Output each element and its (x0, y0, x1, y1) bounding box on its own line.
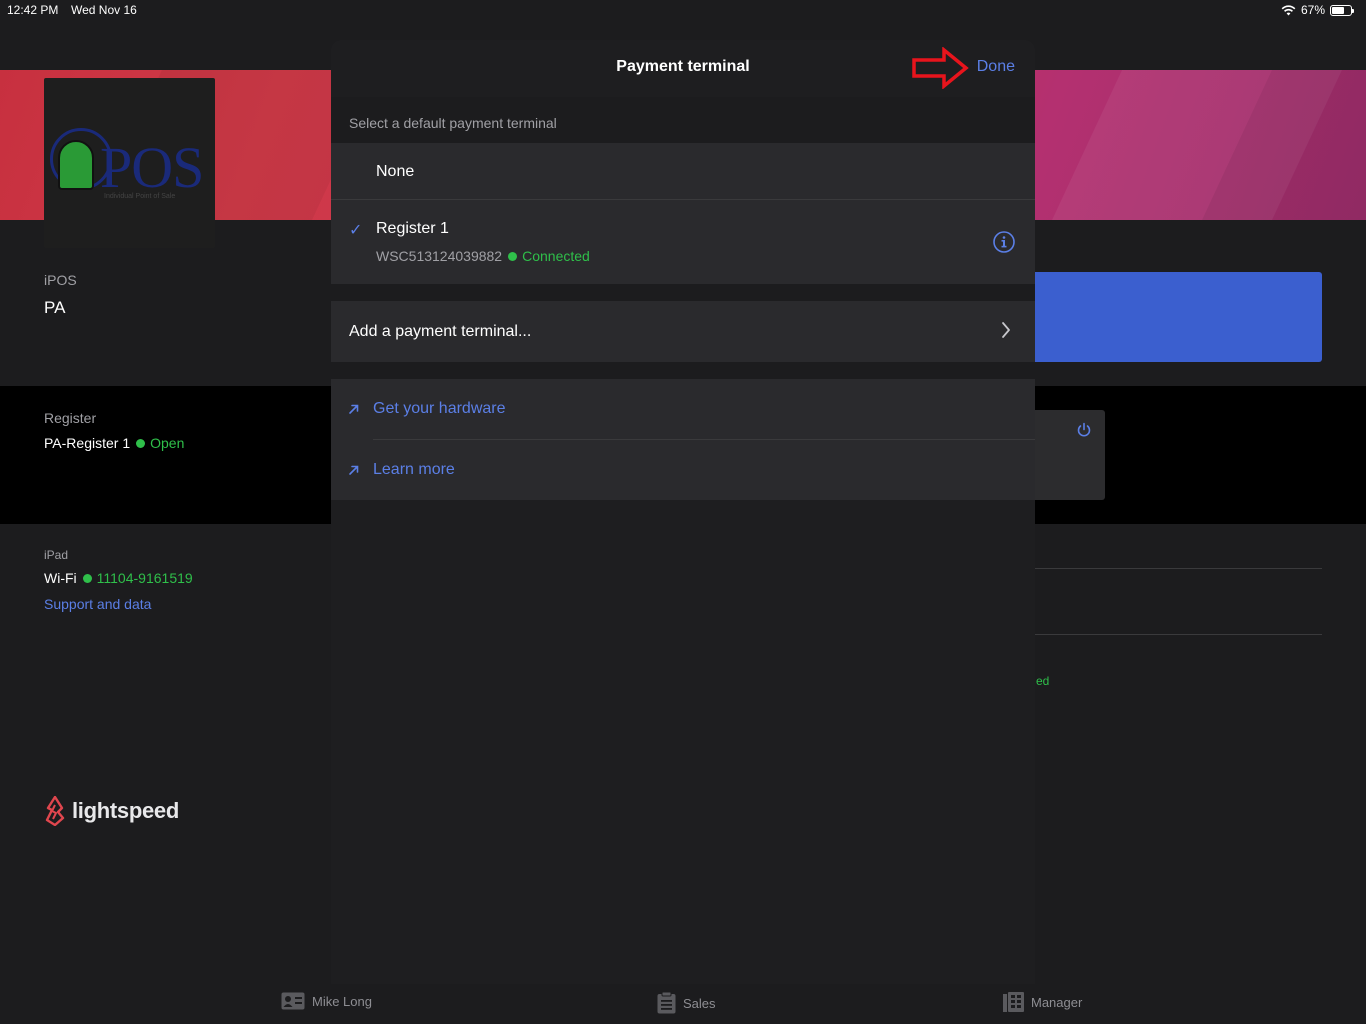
divider (1000, 568, 1322, 569)
tab-label: Manager (1031, 994, 1083, 1010)
store-logo: POS Individual Point of Sale (44, 78, 215, 248)
external-link-arrow-icon (349, 404, 359, 414)
status-dot (508, 251, 518, 261)
chevron-right-icon (1002, 322, 1010, 338)
wifi-icon (1281, 4, 1296, 15)
option-label: None (376, 163, 415, 180)
section-header: Select a default payment terminal (331, 97, 1035, 143)
terminal-option-register-1[interactable]: ✓ Register 1 WSC513124039882 Connected (331, 200, 1035, 284)
tab-bar: Mike Long Sales Manager (0, 984, 1366, 1024)
red-arrow-annotation-icon (912, 47, 969, 89)
get-your-hardware-link[interactable]: Get your hardware (331, 379, 1035, 440)
status-right: 67% (1281, 3, 1354, 17)
store-name: PA (44, 298, 66, 317)
lightspeed-logo: lightspeed (44, 796, 179, 826)
status-date: Wed Nov 16 (71, 3, 137, 17)
done-button[interactable]: Done (977, 58, 1015, 76)
terminal-option-none[interactable]: None (331, 143, 1035, 199)
option-label: Register 1 (376, 220, 449, 237)
register-label: Register (44, 410, 97, 426)
link-label: Get your hardware (373, 400, 506, 417)
power-icon[interactable] (1076, 422, 1092, 438)
add-payment-terminal-row[interactable]: Add a payment terminal... (331, 301, 1035, 362)
learn-more-link[interactable]: Learn more (331, 440, 1035, 500)
tab-label: Sales (683, 995, 716, 1011)
register-name: PA-Register 1 (44, 435, 131, 451)
external-link-arrow-icon (349, 465, 359, 475)
id-card-icon (281, 992, 305, 1010)
building-icon (1003, 992, 1024, 1012)
payment-terminal-sheet: Payment terminal Done Select a default p… (331, 40, 1035, 984)
link-label: Learn more (373, 461, 455, 478)
store-name-label: iPOS (44, 272, 77, 288)
status-time: 12:42 PM (7, 3, 59, 17)
faded-status-text: ed (1036, 674, 1050, 688)
status-dot (136, 438, 146, 448)
ipad-label: iPad (44, 548, 69, 562)
tab-mike-long[interactable]: Mike Long (281, 992, 372, 1010)
wifi-info: Wi-Fi 11104-9161519 (44, 570, 193, 586)
primary-action-button[interactable] (1000, 272, 1322, 362)
add-terminal-label: Add a payment terminal... (349, 323, 532, 340)
tab-label: Mike Long (312, 993, 372, 1009)
status-bar: 12:42 PM Wed Nov 16 67% (0, 0, 1366, 22)
checkmark-icon: ✓ (349, 222, 363, 239)
battery-percent: 67% (1300, 3, 1325, 17)
wifi-network: 11104-9161519 (96, 570, 193, 586)
terminal-serial: WSC513124039882 (376, 248, 503, 264)
tab-manager[interactable]: Manager (1003, 992, 1082, 1012)
keyhole-icon (58, 140, 94, 190)
support-and-data-link[interactable]: Support and data (44, 596, 151, 612)
terminal-status: Connected (522, 248, 590, 264)
register-status: Open (150, 435, 185, 451)
sheet-header: Payment terminal Done (331, 40, 1035, 97)
brand-name: lightspeed (72, 798, 180, 823)
battery-icon (1330, 4, 1354, 16)
flame-icon (45, 796, 65, 826)
tab-sales[interactable]: Sales (657, 992, 716, 1014)
terminal-serial-info: WSC513124039882 Connected (376, 248, 590, 264)
clipboard-icon (657, 992, 676, 1014)
divider (1000, 634, 1322, 635)
status-dot (82, 573, 92, 583)
section-header-label: Select a default payment terminal (349, 115, 557, 131)
wifi-label: Wi-Fi (44, 570, 77, 586)
register-info: PA-Register 1 Open (44, 435, 184, 451)
info-icon[interactable] (993, 231, 1015, 253)
